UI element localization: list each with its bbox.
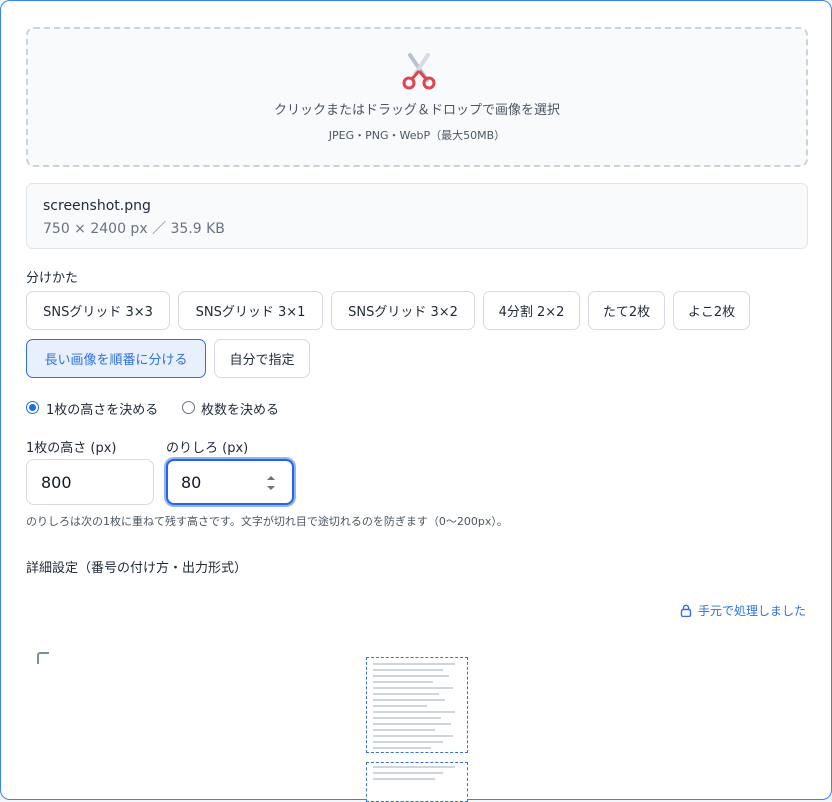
margin-hint: のりしろは次の1枚に重ねて残す高さです。文字が切れ目で途切れるのを防ぎます（0〜… bbox=[26, 515, 508, 528]
radio-height-per-piece[interactable] bbox=[26, 401, 39, 414]
mode-vertical-2-button[interactable]: たて2枚 bbox=[588, 291, 665, 330]
mode-sns-grid-3x3-button[interactable]: SNSグリッド 3×3 bbox=[26, 291, 170, 330]
height-input[interactable]: 800 bbox=[26, 459, 154, 505]
mode-4split-2x2-button[interactable]: 4分割 2×2 bbox=[483, 291, 580, 330]
file-info: screenshot.png 750 × 2400 px ／ 35.9 KB bbox=[26, 183, 808, 249]
local-processing-text: 手元で処理しました bbox=[697, 604, 806, 618]
dropzone-sub-text: JPEG・PNG・WebP（最大50MB） bbox=[328, 129, 506, 142]
preview-page-1 bbox=[366, 657, 468, 753]
scissors-icon bbox=[402, 53, 436, 90]
radio-piece-count-label[interactable]: 枚数を決める bbox=[201, 399, 279, 418]
margin-input-value: 80 bbox=[181, 472, 202, 492]
dropzone-main-text: クリックまたはドラッグ＆ドロップで画像を選択 bbox=[273, 103, 560, 118]
local-processing-badge: 手元で処理しました bbox=[680, 602, 806, 619]
mode-sns-grid-3x1-button[interactable]: SNSグリッド 3×1 bbox=[178, 291, 323, 330]
splitter-card: クリックまたはドラッグ＆ドロップで画像を選択 JPEG・PNG・WebP（最大5… bbox=[0, 0, 832, 802]
mode-long-image-sequential-button[interactable]: 長い画像を順番に分ける bbox=[26, 339, 206, 378]
mode-custom-button[interactable]: 自分で指定 bbox=[214, 339, 310, 378]
file-meta: 750 × 2400 px ／ 35.9 KB bbox=[43, 221, 225, 237]
height-input-value: 800 bbox=[41, 472, 72, 492]
radio-piece-count[interactable] bbox=[182, 401, 195, 414]
preview-page-2 bbox=[366, 762, 468, 802]
split-mode-label: 分けかた bbox=[26, 271, 79, 286]
number-spinner-icon[interactable] bbox=[266, 473, 276, 493]
height-field-label: 1枚の高さ (px) bbox=[26, 441, 117, 456]
file-name: screenshot.png bbox=[43, 198, 151, 214]
radio-height-per-piece-label[interactable]: 1枚の高さを決める bbox=[46, 399, 158, 418]
margin-input[interactable]: 80 bbox=[166, 459, 294, 505]
crop-corner-marker[interactable] bbox=[37, 652, 49, 664]
mode-horizontal-2-button[interactable]: よこ2枚 bbox=[673, 291, 750, 330]
upload-dropzone[interactable]: クリックまたはドラッグ＆ドロップで画像を選択 JPEG・PNG・WebP（最大5… bbox=[26, 27, 808, 167]
mode-sns-grid-3x2-button[interactable]: SNSグリッド 3×2 bbox=[331, 291, 475, 330]
margin-field-label: のりしろ (px) bbox=[166, 441, 249, 456]
lock-icon bbox=[680, 604, 692, 617]
details-toggle[interactable]: 詳細設定（番号の付け方・出力形式） bbox=[26, 557, 247, 576]
